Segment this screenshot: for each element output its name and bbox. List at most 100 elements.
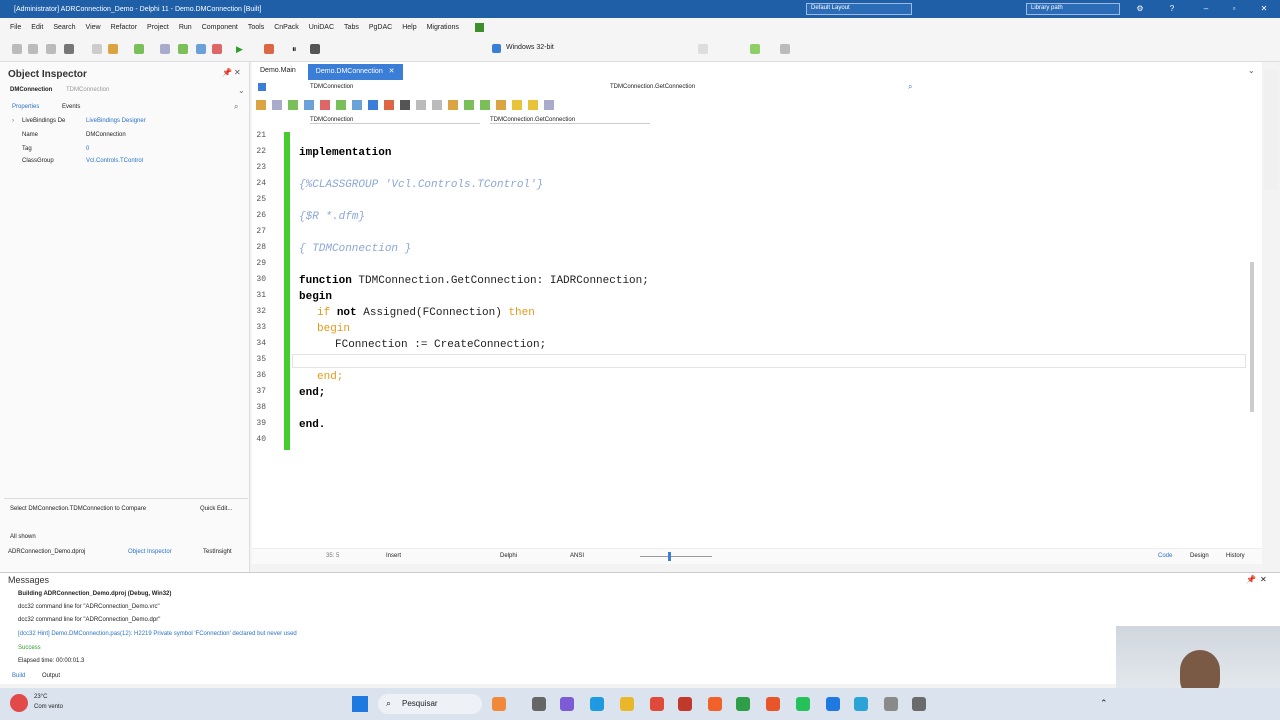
tool-icon[interactable] bbox=[496, 100, 506, 110]
copy-icon[interactable] bbox=[92, 44, 102, 54]
weather-icon[interactable] bbox=[10, 694, 28, 712]
app-icon[interactable] bbox=[766, 697, 780, 711]
tool-icon[interactable] bbox=[384, 100, 394, 110]
message-line[interactable]: [dcc32 Hint] Demo.DMConnection.pas(12): … bbox=[18, 631, 297, 637]
close-messages-icon[interactable]: ✕ bbox=[1260, 575, 1267, 584]
insert-mode[interactable]: Insert bbox=[386, 553, 401, 559]
search-icon[interactable]: ⌕ bbox=[234, 102, 238, 112]
tool-icon[interactable] bbox=[400, 100, 410, 110]
telegram-icon[interactable] bbox=[854, 697, 868, 711]
file-explorer-icon[interactable] bbox=[620, 697, 634, 711]
start-windows-icon[interactable] bbox=[352, 696, 368, 712]
view-history-tab[interactable]: History bbox=[1226, 553, 1245, 559]
add-file-icon[interactable] bbox=[134, 44, 144, 54]
tool-icon[interactable] bbox=[448, 100, 458, 110]
platform-select[interactable]: Windows 32-bit bbox=[506, 44, 554, 51]
app-grid-icon[interactable] bbox=[474, 22, 484, 32]
zoom-handle[interactable] bbox=[668, 552, 671, 561]
run-without-debug-icon[interactable] bbox=[264, 44, 274, 54]
tab-build[interactable]: Build bbox=[12, 673, 25, 679]
whatsapp-icon[interactable] bbox=[796, 697, 810, 711]
stop-icon[interactable] bbox=[310, 44, 320, 54]
task-view-icon[interactable] bbox=[532, 697, 546, 711]
menu-run[interactable]: Run bbox=[179, 24, 192, 31]
menu-cnpack[interactable]: CnPack bbox=[274, 24, 299, 31]
breadcrumb-method[interactable]: TDMConnection.GetConnection bbox=[610, 84, 695, 90]
compare-link[interactable]: Select DMConnection.TDMConnection to Com… bbox=[10, 506, 146, 512]
toggle-icon[interactable] bbox=[178, 44, 188, 54]
tray-chevron-icon[interactable]: ⌃ bbox=[1100, 698, 1108, 709]
find-icon[interactable]: ⌕ bbox=[908, 82, 912, 92]
class-select[interactable]: TDMConnection bbox=[310, 117, 480, 124]
menu-help[interactable]: Help bbox=[402, 24, 416, 31]
maximize-icon[interactable]: ▫ bbox=[1224, 2, 1244, 16]
menu-view[interactable]: View bbox=[86, 24, 101, 31]
encoding-select[interactable]: ANSI bbox=[570, 553, 584, 559]
tool-icon[interactable] bbox=[256, 100, 266, 110]
pause-icon[interactable]: ⏸ bbox=[292, 44, 302, 54]
save-icon[interactable] bbox=[46, 44, 56, 54]
tabs-dropdown-icon[interactable]: ⌄ bbox=[1248, 66, 1255, 75]
widget-icon[interactable] bbox=[492, 697, 506, 711]
device-icon[interactable] bbox=[698, 44, 708, 54]
excel-icon[interactable] bbox=[736, 697, 750, 711]
menu-search[interactable]: Search bbox=[53, 24, 75, 31]
menu-unidac[interactable]: UniDAC bbox=[309, 24, 334, 31]
refresh-icon[interactable] bbox=[750, 44, 760, 54]
close-icon[interactable]: ✕ bbox=[1254, 2, 1274, 16]
menu-migrations[interactable]: Migrations bbox=[427, 24, 459, 31]
property-value[interactable]: 0 bbox=[86, 146, 89, 152]
tab-object-inspector[interactable]: Object Inspector bbox=[128, 549, 172, 555]
pin-messages-icon[interactable]: 📌 bbox=[1246, 575, 1256, 584]
expand-icon[interactable]: › bbox=[12, 118, 14, 124]
language-select[interactable]: Delphi bbox=[500, 553, 517, 559]
tool-icon[interactable] bbox=[464, 100, 474, 110]
tab-output[interactable]: Output bbox=[42, 673, 60, 679]
tool-icon[interactable] bbox=[480, 100, 490, 110]
form-icon[interactable] bbox=[160, 44, 170, 54]
tab-demo-main[interactable]: Demo.Main bbox=[252, 64, 304, 80]
tool-icon[interactable] bbox=[320, 100, 330, 110]
view-code-tab[interactable]: Code bbox=[1158, 553, 1172, 559]
taskbar-search[interactable]: ⌕ Pesquisar bbox=[378, 694, 482, 714]
close-tab-icon[interactable]: ✕ bbox=[389, 68, 395, 75]
menu-project[interactable]: Project bbox=[147, 24, 169, 31]
run-icon[interactable]: ▶ bbox=[236, 44, 246, 54]
vertical-scrollbar[interactable] bbox=[1250, 262, 1254, 412]
property-value[interactable]: Vcl.Controls.TControl bbox=[86, 158, 143, 164]
units-icon[interactable] bbox=[196, 44, 206, 54]
tool-icon[interactable] bbox=[544, 100, 554, 110]
zoom-slider[interactable] bbox=[640, 556, 712, 557]
tool-icon[interactable] bbox=[272, 100, 282, 110]
tool-icon[interactable] bbox=[528, 100, 538, 110]
github-icon[interactable] bbox=[912, 697, 926, 711]
minimize-icon[interactable]: – bbox=[1196, 2, 1216, 16]
tool-icon[interactable] bbox=[432, 100, 442, 110]
quick-edit-link[interactable]: Quick Edit... bbox=[200, 506, 232, 512]
menu-component[interactable]: Component bbox=[202, 24, 238, 31]
tab-events[interactable]: Events bbox=[62, 104, 80, 110]
tab-demo-dmconnection[interactable]: Demo.DMConnection ✕ bbox=[307, 64, 403, 80]
app-icon[interactable] bbox=[884, 697, 898, 711]
history-icon[interactable] bbox=[780, 44, 790, 54]
tab-project[interactable]: ADRConnection_Demo.dproj bbox=[8, 549, 85, 555]
tool-icon[interactable] bbox=[512, 100, 522, 110]
tool-icon[interactable] bbox=[352, 100, 362, 110]
forms-icon[interactable] bbox=[212, 44, 222, 54]
property-value[interactable]: LiveBindings Designer bbox=[86, 118, 146, 124]
tool-icon[interactable] bbox=[416, 100, 426, 110]
new-icon[interactable] bbox=[12, 44, 22, 54]
folder-icon[interactable] bbox=[108, 44, 118, 54]
tool-icon[interactable] bbox=[288, 100, 298, 110]
menu-refactor[interactable]: Refactor bbox=[111, 24, 137, 31]
close-inspector-icon[interactable]: ✕ bbox=[234, 68, 241, 77]
delphi-icon[interactable] bbox=[678, 697, 692, 711]
open-icon[interactable] bbox=[28, 44, 38, 54]
chrome-icon[interactable] bbox=[650, 697, 664, 711]
property-value[interactable]: DMConnection bbox=[86, 132, 126, 138]
side-tool-strip[interactable] bbox=[1264, 70, 1278, 190]
view-design-tab[interactable]: Design bbox=[1190, 553, 1209, 559]
menu-file[interactable]: File bbox=[10, 24, 21, 31]
save-all-icon[interactable] bbox=[64, 44, 74, 54]
menu-tools[interactable]: Tools bbox=[248, 24, 264, 31]
